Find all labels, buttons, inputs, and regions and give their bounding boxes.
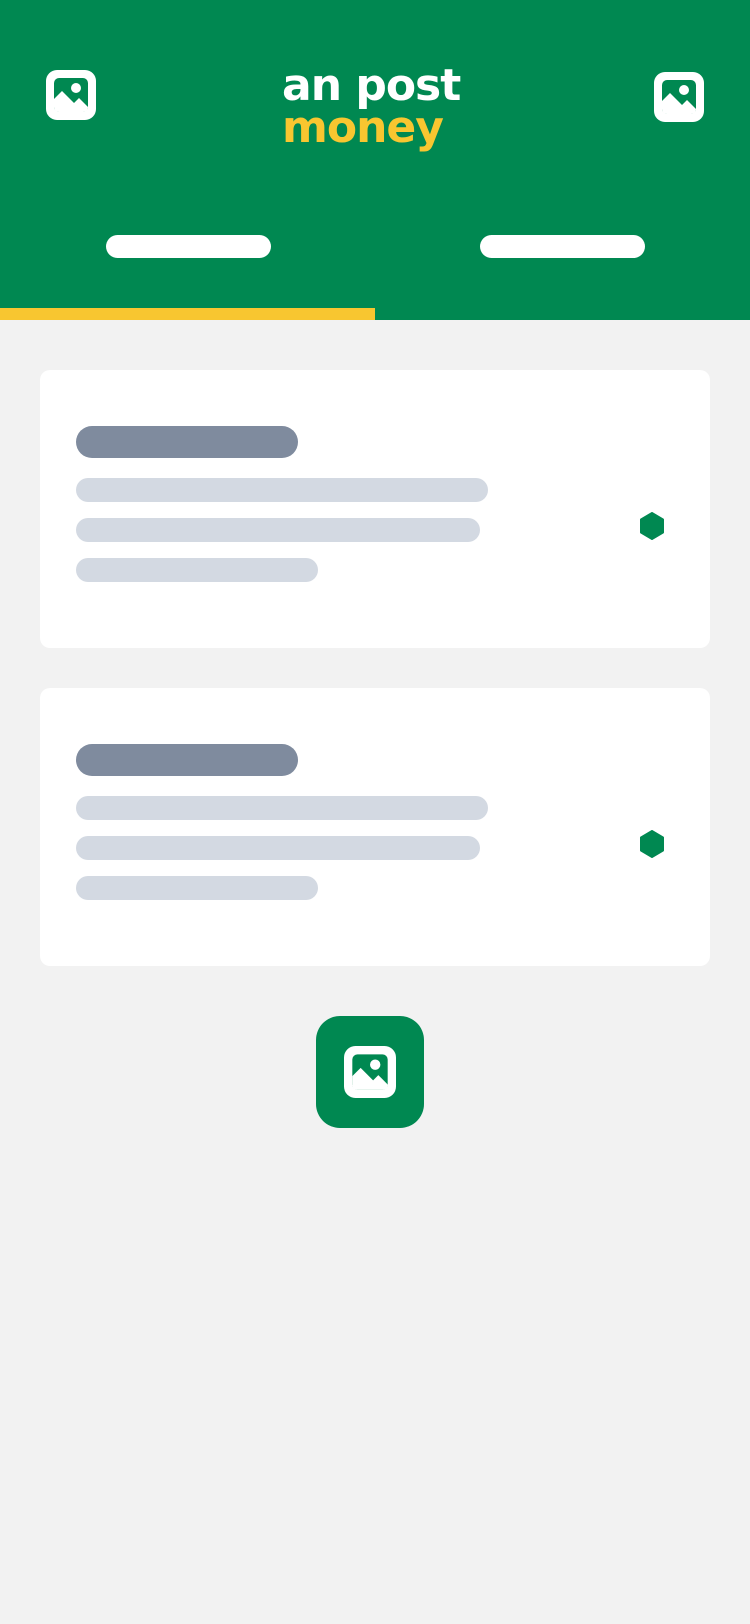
image-icon: [46, 70, 96, 120]
skeleton-line: [76, 836, 480, 860]
skeleton-line: [76, 876, 318, 900]
logo-bottom-text: money: [282, 102, 444, 153]
tab-label-placeholder: [480, 235, 645, 258]
skeleton-line: [76, 478, 488, 502]
header-right-button[interactable]: [653, 71, 705, 123]
app-header: an post money: [0, 0, 750, 320]
tab-label-placeholder: [106, 235, 271, 258]
skeleton-line: [76, 796, 488, 820]
image-icon: [344, 1046, 396, 1098]
hexagon-icon: [640, 512, 664, 540]
list-card[interactable]: [40, 688, 710, 966]
tab-active-indicator: [0, 308, 375, 320]
tab-first[interactable]: [0, 200, 375, 308]
card-action-button[interactable]: [638, 512, 666, 540]
header-left-button[interactable]: [45, 69, 97, 121]
card-action-button[interactable]: [638, 830, 666, 858]
an-post-money-logo: an post money: [282, 64, 472, 156]
skeleton-title: [76, 426, 298, 458]
tab-second[interactable]: [375, 200, 750, 308]
skeleton-line: [76, 518, 480, 542]
hexagon-icon: [640, 830, 664, 858]
floating-action-button[interactable]: [316, 1016, 424, 1128]
skeleton-title: [76, 744, 298, 776]
image-icon: [654, 72, 704, 122]
list-card[interactable]: [40, 370, 710, 648]
skeleton-line: [76, 558, 318, 582]
